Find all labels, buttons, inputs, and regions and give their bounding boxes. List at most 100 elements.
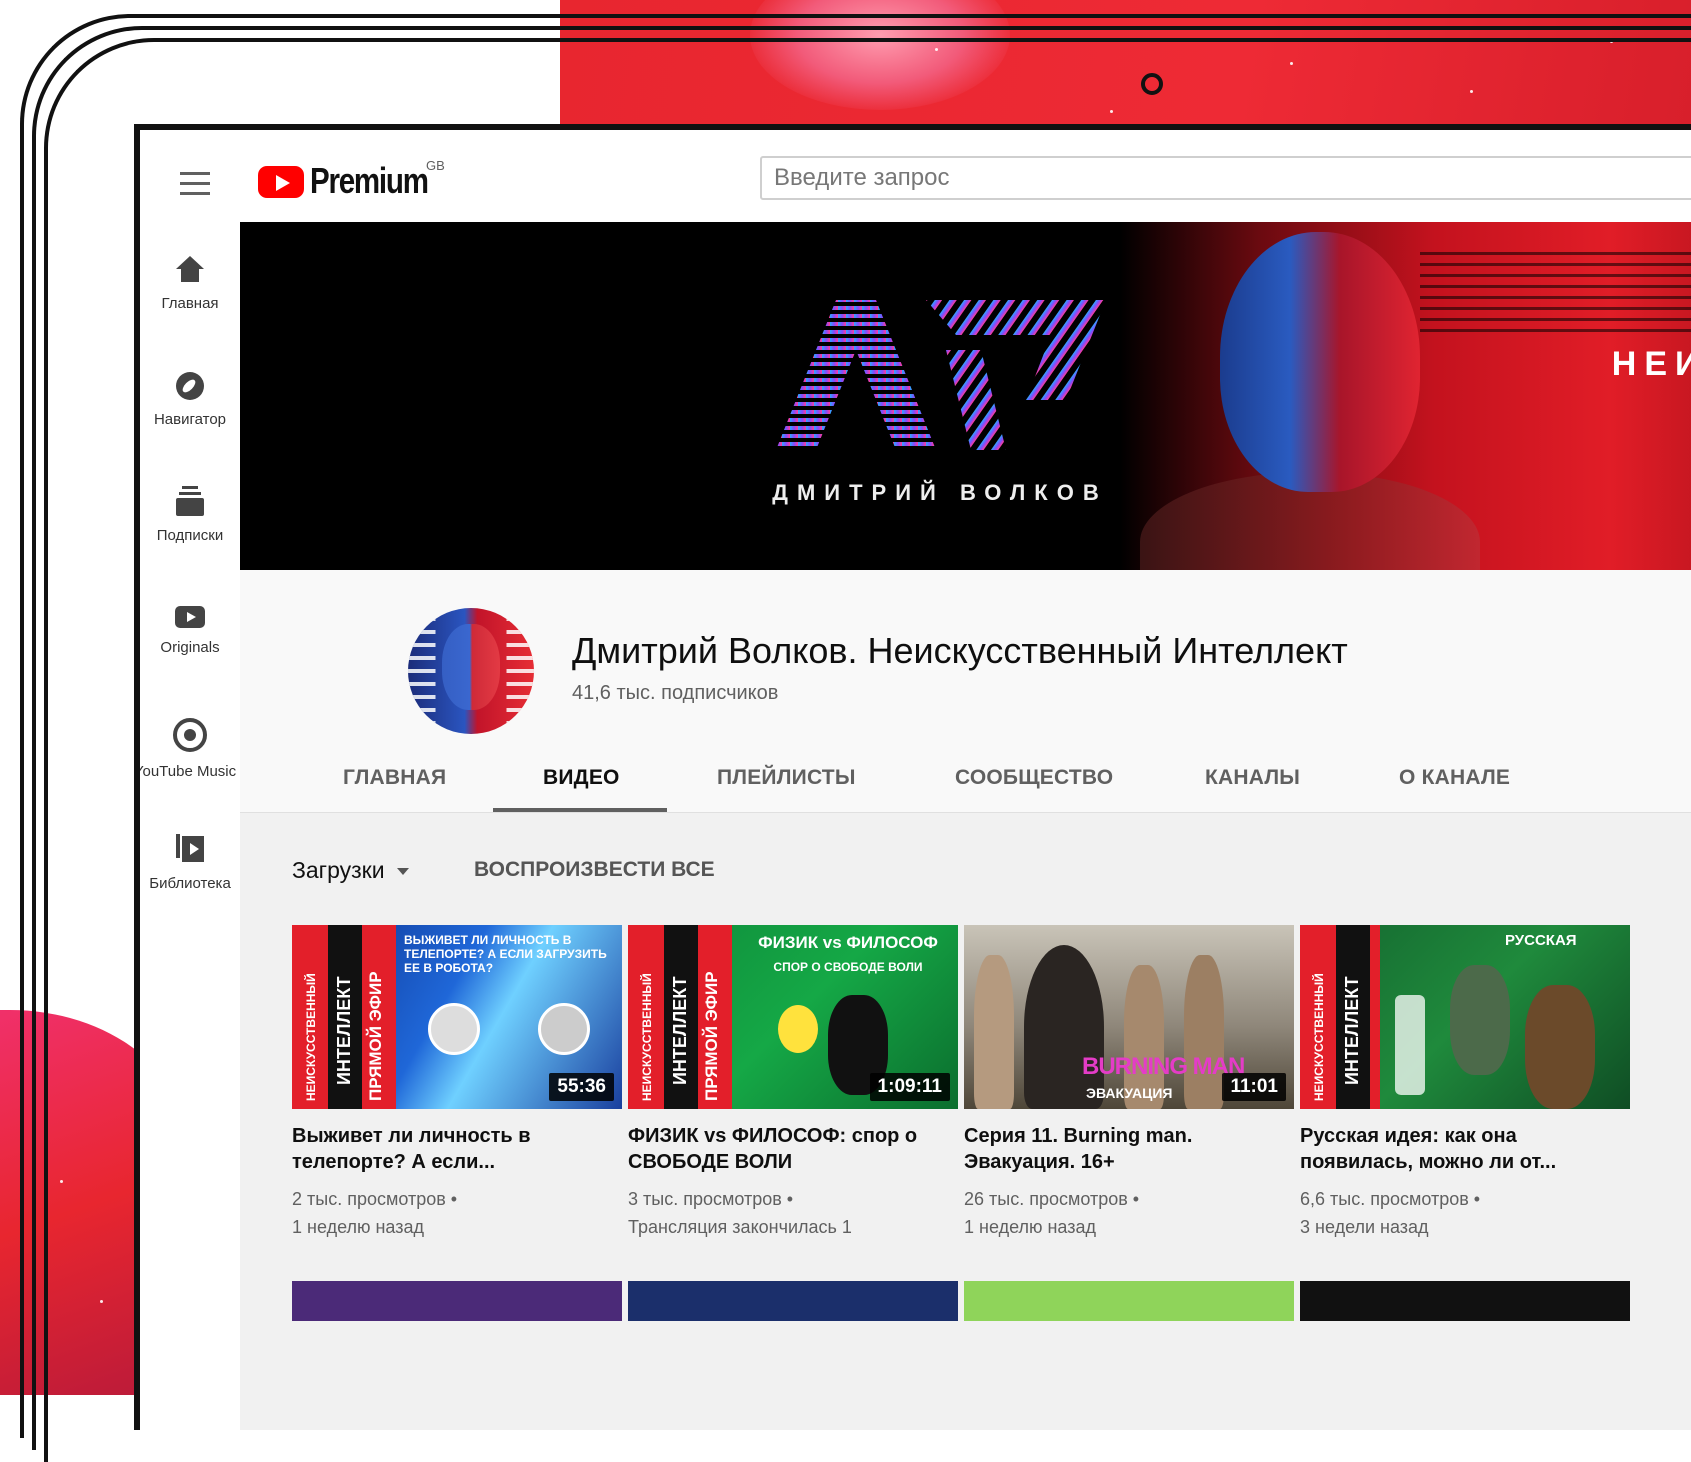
- video-age: Трансляция закончилась 1: [628, 1217, 852, 1237]
- thumbnail-text: ВЫЖИВЕТ ЛИ ЛИЧНОСТЬ В ТЕЛЕПОРТЕ? А ЕСЛИ …: [404, 933, 607, 975]
- video-thumbnail-partial[interactable]: [292, 1281, 622, 1321]
- video-age: 1 неделю назад: [964, 1217, 1097, 1237]
- banner-tagline-line: И: [1440, 384, 1691, 424]
- tab-about[interactable]: О КАНАЛЕ: [1399, 766, 1510, 790]
- thumbnail-text: BURNING MAN: [1082, 1053, 1245, 1080]
- sidebar-item-music[interactable]: YouTube Music: [140, 718, 240, 780]
- home-icon: [176, 256, 204, 284]
- video-card[interactable]: НЕИСКУССТВЕННЫЙ ИНТЕЛЛЕКТ ПРЯМОЙ ЭФИР ФИ…: [628, 925, 958, 1241]
- thumbnail-side-text: ПРЯМОЙ ЭФИР: [366, 971, 385, 1101]
- sidebar-item-label: Навигатор: [153, 411, 227, 428]
- channel-avatar[interactable]: [408, 608, 534, 734]
- thumbnail-side-text: ИНТЕЛЛЕКТ: [1342, 976, 1362, 1085]
- video-title[interactable]: ФИЗИК vs ФИЛОСОФ: спор о СВОБОДЕ ВОЛИ: [628, 1123, 958, 1175]
- video-thumbnail[interactable]: НЕИСКУССТВЕННЫЙ ИНТЕЛЛЕКТ ПРЯМОЙ ЭФИР ВЫ…: [292, 925, 622, 1109]
- thumbnail-side-text: НЕИСКУССТВЕННЫЙ: [1312, 973, 1326, 1101]
- thumbnail-person: [1450, 965, 1510, 1075]
- sidebar-item-label: Главная: [161, 295, 219, 312]
- logo-region: GB: [426, 158, 445, 173]
- thumbnail-cartoon-bird: [778, 1005, 818, 1053]
- video-duration: 55:36: [549, 1073, 614, 1101]
- play-all-button[interactable]: ВОСПРОИЗВЕСТИ ВСЕ: [474, 858, 715, 882]
- thumbnail-text: ФИЗИК vs ФИЛОСОФ: [758, 933, 938, 952]
- thumbnail-text: РУССКАЯ: [1505, 932, 1577, 949]
- video-thumbnail-partial[interactable]: [964, 1281, 1294, 1321]
- thumbnail-side-text: НЕИСКУССТВЕННЫЙ: [640, 973, 654, 1101]
- video-thumbnail-partial[interactable]: [628, 1281, 958, 1321]
- thumbnail-person: [1525, 985, 1595, 1109]
- sidebar-item-label: YouTube Music: [134, 763, 237, 780]
- thumbnail-side-text: ПРЯМОЙ ЭФИР: [702, 971, 721, 1101]
- banner-stripes: [1420, 252, 1691, 332]
- originals-icon: [175, 606, 205, 628]
- video-title[interactable]: Серия 11. Burning man. Эвакуация. 16+: [964, 1123, 1294, 1175]
- thumbnail-mannequin: [974, 955, 1014, 1109]
- sidebar-item-label: Библиотека: [149, 875, 231, 892]
- video-views: 3 тыс. просмотров •: [628, 1189, 794, 1209]
- sort-dropdown-label: Загрузки: [292, 857, 385, 883]
- thumbnail-subtext: ЭВАКУАЦИЯ: [1086, 1085, 1173, 1101]
- compass-icon: [176, 372, 204, 400]
- video-age: 1 неделю назад: [292, 1217, 425, 1237]
- thumbnail-mannequin: [1184, 955, 1224, 1109]
- library-icon: [176, 834, 204, 864]
- video-age: 3 недели назад: [1300, 1217, 1429, 1237]
- menu-icon[interactable]: [180, 172, 210, 195]
- sidebar-item-subscriptions[interactable]: Подписки: [140, 486, 240, 544]
- video-views: 6,6 тыс. просмотров •: [1300, 1189, 1481, 1209]
- sort-dropdown[interactable]: Загрузки: [292, 857, 409, 884]
- sidebar-item-explore[interactable]: Навигатор: [140, 372, 240, 428]
- channel-title: Дмитрий Волков. Неискусственный Интеллек…: [572, 630, 1348, 671]
- banner-tagline-line: НЕИС: [1611, 345, 1691, 383]
- logo-text[interactable]: Premium: [310, 160, 429, 202]
- thumbnail-guest-photo: [428, 1003, 480, 1055]
- subscriptions-icon: [176, 486, 204, 516]
- video-thumbnail[interactable]: НЕИСКУССТВЕННЫЙ ИНТЕЛЛЕКТ РУССКАЯ: [1300, 925, 1630, 1109]
- video-card[interactable]: НЕИСКУССТВЕННЫЙ ИНТЕЛЛЕКТ ПРЯМОЙ ЭФИР ВЫ…: [292, 925, 622, 1241]
- avatar-face: [442, 624, 500, 710]
- thumbnail-side-text: ИНТЕЛЛЕКТ: [334, 976, 354, 1085]
- caret-down-icon: [396, 868, 409, 876]
- youtube-logo-icon[interactable]: [258, 166, 304, 198]
- thumbnail-side-text: ИНТЕЛЛЕКТ: [670, 976, 690, 1085]
- video-views: 26 тыс. просмотров •: [964, 1189, 1140, 1209]
- laptop-screen: Premium GB Главная Навигатор Подписки Or…: [134, 124, 1691, 1430]
- thumbnail-glass: [1395, 995, 1425, 1095]
- sidebar-item-home[interactable]: Главная: [140, 256, 240, 312]
- banner-person-portrait: [1220, 232, 1420, 492]
- channel-banner: НЕИС И ДМИТРИЙ ВОЛКОВ: [240, 222, 1691, 570]
- tab-channels[interactable]: КАНАЛЫ: [1205, 766, 1300, 790]
- videos-section: Загрузки ВОСПРОИЗВЕСТИ ВСЕ НЕИСКУССТВЕНН…: [240, 813, 1691, 1430]
- tab-community[interactable]: СООБЩЕСТВО: [955, 766, 1113, 790]
- video-card[interactable]: BURNING MAN ЭВАКУАЦИЯ 11:01 Серия 11. Bu…: [964, 925, 1294, 1241]
- video-duration: 11:01: [1222, 1073, 1286, 1101]
- search-input[interactable]: [760, 156, 1691, 200]
- subscriber-count: 41,6 тыс. подписчиков: [572, 682, 779, 704]
- sidebar-item-originals[interactable]: Originals: [140, 606, 240, 656]
- music-icon: [173, 718, 207, 752]
- thumbnail-host-photo: [538, 1003, 590, 1055]
- video-thumbnail-partial[interactable]: [1300, 1281, 1630, 1321]
- thumbnail-subtext: СПОР О СВОБОДЕ ВОЛИ: [773, 960, 923, 974]
- video-duration: 1:09:11: [869, 1073, 950, 1101]
- channel-tabs: ГЛАВНАЯ ВИДЕО ПЛЕЙЛИСТЫ СООБЩЕСТВО КАНАЛ…: [240, 750, 1691, 812]
- thumbnail-side-text: НЕИСКУССТВЕННЫЙ: [304, 973, 318, 1101]
- video-card[interactable]: НЕИСКУССТВЕННЫЙ ИНТЕЛЛЕКТ РУССКАЯ Русска…: [1300, 925, 1630, 1241]
- tab-videos[interactable]: ВИДЕО: [543, 766, 620, 790]
- tab-playlists[interactable]: ПЛЕЙЛИСТЫ: [717, 766, 856, 790]
- sidebar-item-label: Originals: [160, 639, 220, 656]
- laptop-camera: [1141, 73, 1163, 95]
- banner-tagline: НЕИС И: [1440, 344, 1691, 424]
- video-views: 2 тыс. просмотров •: [292, 1189, 458, 1209]
- channel-logo-icon: [776, 300, 1106, 450]
- tab-home[interactable]: ГЛАВНАЯ: [343, 766, 446, 790]
- video-title[interactable]: Выживет ли личность в телепорте? А если.…: [292, 1123, 622, 1175]
- top-bar: Premium GB: [140, 130, 1691, 228]
- video-title[interactable]: Русская идея: как она появилась, можно л…: [1300, 1123, 1630, 1175]
- sidebar-item-label: Подписки: [156, 527, 224, 544]
- banner-channel-name: ДМИТРИЙ ВОЛКОВ: [772, 480, 1108, 505]
- sidebar-item-library[interactable]: Библиотека: [140, 834, 240, 892]
- video-thumbnail[interactable]: НЕИСКУССТВЕННЫЙ ИНТЕЛЛЕКТ ПРЯМОЙ ЭФИР ФИ…: [628, 925, 958, 1109]
- sidebar: Главная Навигатор Подписки Originals You…: [140, 228, 240, 1430]
- video-thumbnail[interactable]: BURNING MAN ЭВАКУАЦИЯ 11:01: [964, 925, 1294, 1109]
